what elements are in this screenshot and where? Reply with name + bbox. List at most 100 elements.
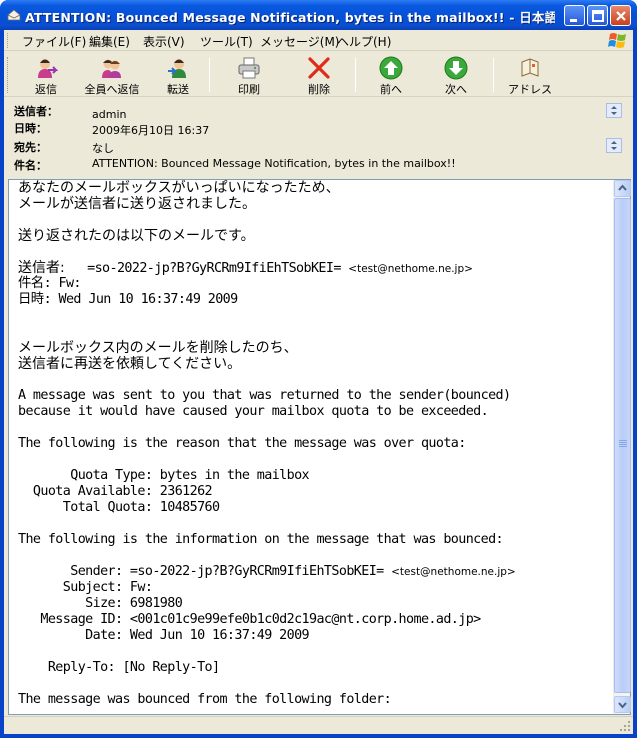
next-label: 次へ [445,83,467,96]
menu-file[interactable]: ファイル(F) [22,33,86,50]
reply-icon [38,59,58,78]
menu-grip[interactable] [7,33,10,48]
toolbar-separator [209,58,210,92]
date-value: 2009年6月10日 16:37 [92,124,210,137]
body-sender-label: 送信者: [18,260,65,276]
message-header: 送信者： admin 日時： 2009年6月10日 16:37 宛先： なし 件… [4,98,633,178]
scroll-up-button[interactable] [614,180,631,197]
toolbar-separator [493,58,494,92]
body-line: Quota Available: 2361262 [18,484,213,499]
scroll-down-arrow-icon [618,702,627,709]
body-line: A message was sent to you that was retur… [18,388,511,403]
window-title: ATTENTION: Bounced Message Notification,… [25,10,555,25]
reply-all-icon [102,59,121,78]
body-line: メールが送信者に送り返されました。 [18,196,256,212]
delete-button[interactable]: 削除 [294,54,344,96]
toolbar-grip[interactable] [7,57,10,93]
body-line: Subject: Fw: [18,580,153,595]
close-icon [616,11,626,21]
maximize-icon [592,10,604,22]
vertical-scrollbar[interactable] [613,180,631,714]
forward-label: 転送 [167,83,189,96]
subject-label: 件名： [14,159,47,172]
body-sender-address: <test@nethome.ne.jp> [348,263,473,275]
body-line: Message ID: <001c01c9e99efe0b1c0d2c19ac@… [18,612,481,627]
body-line: Total Quota: 10485760 [18,500,220,515]
menu-bar: ファイル(F) 編集(E) 表示(V) ツール(T) メッセージ(M) ヘルプ(… [4,30,633,51]
printer-icon [238,57,260,79]
scrollbar-thumb[interactable] [614,198,631,693]
body-line: 送信者に再送を依頼してください。 [18,356,242,372]
status-bar [4,716,633,734]
from-value: admin [92,108,127,121]
down-arrow-icon [444,56,468,80]
scroll-down-button[interactable] [614,696,631,713]
menu-view[interactable]: 表示(V) [143,33,185,50]
bounced-sender-address: <test@nethome.ne.jp> [391,566,516,578]
forward-button[interactable]: 転送 [158,54,198,96]
reply-all-button[interactable]: 全員へ返信 [80,54,144,96]
windows-logo-icon [608,33,626,48]
close-button[interactable] [610,5,631,26]
message-body[interactable]: あなたのメールボックスがいっぱいになったため、 メールが送信者に送り返されました。… [18,180,614,714]
body-line: 送り返されたのは以下のメールです。 [18,228,255,244]
minimize-button[interactable] [564,5,585,26]
body-line: あなたのメールボックスがいっぱいになったため、 [18,180,340,196]
menu-help[interactable]: ヘルプ(H) [337,33,391,50]
to-label: 宛先： [14,141,47,154]
body-sender-value: =so-2022-jp?B?GyRCRm9IfiEhTSobKEI= [64,261,349,276]
body-line: The message was bounced from the followi… [18,692,392,707]
date-label: 日時： [14,122,47,135]
delete-label: 削除 [308,83,330,96]
to-value: なし [92,142,114,155]
reply-button[interactable]: 返信 [26,54,66,96]
from-label: 送信者： [14,105,58,118]
addresses-button[interactable]: アドレス [502,54,558,96]
title-bar[interactable]: ATTENTION: Bounced Message Notification,… [0,0,637,30]
reply-all-label: 全員へ返信 [84,83,140,96]
thumb-grip [619,440,627,441]
body-line: 送信者: =so-2022-jp?B?GyRCRm9IfiEhTSobKEI= … [18,260,614,276]
message-body-frame: あなたのメールボックスがいっぱいになったため、 メールが送信者に送り返されました。… [8,179,631,715]
body-line: 件名: Fw: [18,276,81,291]
body-line: because it would have caused your mailbo… [18,404,489,419]
menu-edit[interactable]: 編集(E) [89,33,130,50]
body-line: Reply-To: [No Reply-To] [18,660,220,675]
bounced-sender-value: Sender: =so-2022-jp?B?GyRCRm9IfiEhTSobKE… [18,564,392,579]
body-line: Date: Wed Jun 10 16:37:49 2009 [18,628,310,643]
previous-button[interactable]: 前へ [366,54,416,96]
mail-window: ATTENTION: Bounced Message Notification,… [0,0,637,738]
thumb-grip [619,442,627,443]
thumb-grip [619,444,627,445]
menu-tools[interactable]: ツール(T) [200,33,253,50]
up-arrow-icon [379,56,403,80]
body-line: Sender: =so-2022-jp?B?GyRCRm9IfiEhTSobKE… [18,564,614,580]
next-button[interactable]: 次へ [431,54,481,96]
body-line: Quota Type: bytes in the mailbox [18,468,310,483]
minimize-icon [570,19,577,22]
forward-icon [168,59,186,78]
thumb-grip [619,446,627,447]
subject-value: ATTENTION: Bounced Message Notification,… [92,157,456,170]
maximize-button[interactable] [587,5,608,26]
from-spin-icon[interactable] [606,103,622,118]
body-line: メールボックス内のメールを削除したのち、 [18,340,298,356]
envelope-icon [7,9,21,21]
window-client-area: ファイル(F) 編集(E) 表示(V) ツール(T) メッセージ(M) ヘルプ(… [4,30,633,734]
body-line: 日時: Wed Jun 10 16:37:49 2009 [18,292,238,307]
body-line: The following is the reason that the mes… [18,436,466,451]
print-button[interactable]: 印刷 [224,54,274,96]
body-line: The following is the information on the … [18,532,504,547]
previous-label: 前へ [380,83,402,96]
toolbar-separator [355,58,356,92]
addresses-label: アドレス [508,83,552,96]
reply-label: 返信 [35,83,57,96]
address-book-icon [521,58,539,77]
print-label: 印刷 [238,83,260,96]
menu-message[interactable]: メッセージ(M) [260,33,339,50]
to-spin-icon[interactable] [606,138,622,153]
toolbar: 返信 全員へ返信 転送 印刷 削除 前へ 次へ アドレス [4,52,633,97]
body-line: Size: 6981980 [18,596,183,611]
delete-x-icon [308,57,330,79]
resize-grip-icon[interactable] [619,720,631,732]
